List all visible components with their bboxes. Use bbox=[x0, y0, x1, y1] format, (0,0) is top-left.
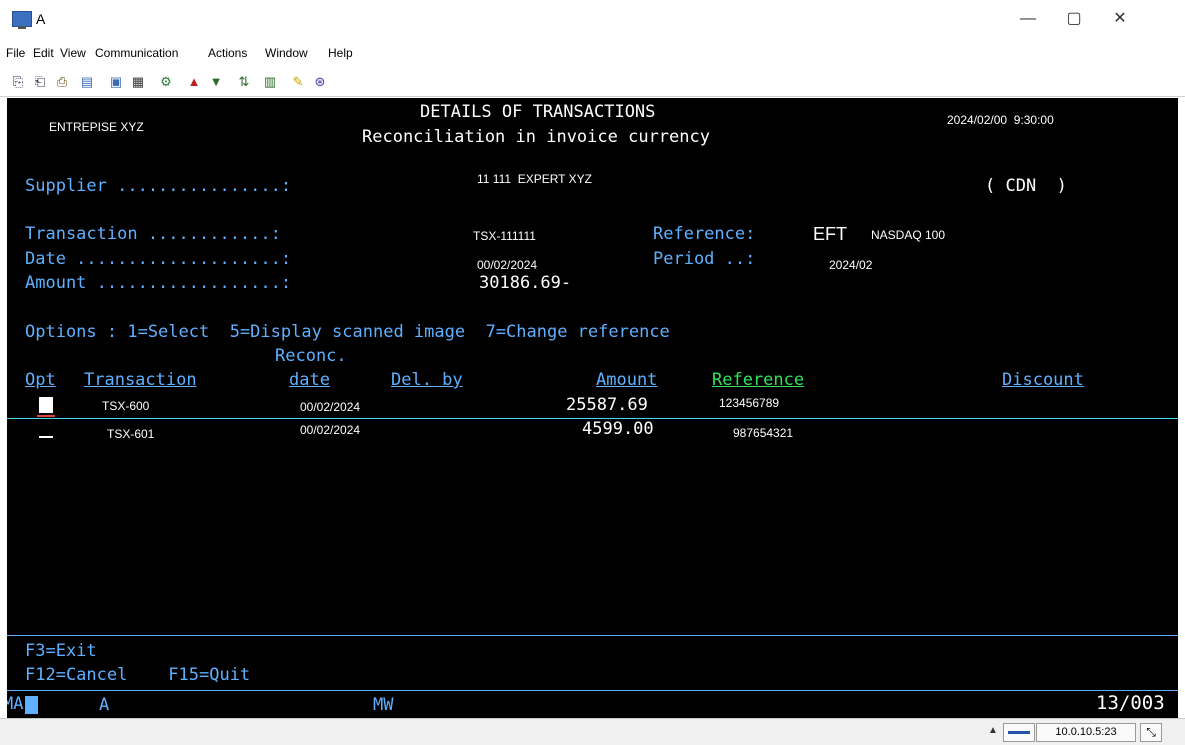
transaction-value: TSX-111111 bbox=[473, 229, 536, 243]
currency-value: ( CDN ) bbox=[985, 176, 1067, 196]
clipboard-icon[interactable]: ▤ bbox=[79, 74, 95, 90]
menu-edit[interactable]: Edit bbox=[33, 46, 54, 60]
terminal-app-icon bbox=[12, 11, 32, 29]
period-value: 2024/02 bbox=[829, 258, 873, 272]
connection-icon bbox=[1003, 723, 1035, 742]
company-name: ENTREPISE XYZ bbox=[49, 120, 144, 134]
notes-icon[interactable]: ✎ bbox=[290, 74, 306, 90]
screen-datetime: 2024/02/00 9:30:00 bbox=[947, 113, 1054, 127]
menu-actions[interactable]: Actions bbox=[208, 46, 247, 60]
host-address: 10.0.10.5:23 bbox=[1036, 723, 1136, 742]
macro-icon[interactable]: ⚙ bbox=[158, 74, 174, 90]
transaction-label: Transaction ............: bbox=[25, 224, 281, 244]
column-amount: Amount bbox=[596, 370, 658, 390]
menu-bar: File Edit View Communication Actions Win… bbox=[0, 42, 1185, 64]
cursor-block bbox=[25, 696, 38, 714]
title-bar: A — ▢ ✕ bbox=[0, 0, 1185, 40]
scroll-up-icon[interactable]: ▲ bbox=[988, 725, 998, 736]
row-reference: 123456789 bbox=[719, 396, 780, 410]
row-transaction: TSX-600 bbox=[102, 399, 150, 413]
screen-subtitle: Reconciliation in invoice currency bbox=[362, 127, 710, 147]
date-value: 00/02/2024 bbox=[477, 258, 538, 272]
reference-label: Reference: bbox=[653, 224, 756, 244]
chart-icon[interactable]: ▥ bbox=[262, 74, 278, 90]
column-reconc: Reconc. bbox=[275, 346, 347, 366]
function-keys-line2: F12=Cancel F15=Quit bbox=[25, 665, 251, 685]
copy-icon[interactable]: ⎘ bbox=[10, 74, 26, 90]
transfer-icon[interactable]: ⇅ bbox=[236, 74, 252, 90]
reference-value: NASDAQ 100 bbox=[871, 228, 946, 242]
row-date: 00/02/2024 bbox=[300, 400, 361, 414]
maximize-button[interactable]: ▢ bbox=[1051, 4, 1097, 34]
toolbar: ⎘ ⎗ ⎙ ▤ ▣ ▦ ⚙ ▲ ▼ ⇅ ▥ ✎ ⊛ bbox=[0, 66, 1185, 97]
menu-file[interactable]: File bbox=[6, 46, 25, 60]
status-bar: ▲ 10.0.10.5:23 ⤡ bbox=[0, 718, 1185, 745]
column-opt: Opt bbox=[25, 370, 56, 390]
resize-icon[interactable]: ⤡ bbox=[1140, 723, 1162, 742]
oia-mw: MW bbox=[373, 695, 394, 715]
column-date: date bbox=[289, 370, 330, 390]
column-reference: Reference bbox=[712, 370, 805, 390]
minimize-button[interactable]: — bbox=[1005, 4, 1051, 34]
options-line: Options : 1=Select 5=Display scanned ima… bbox=[25, 322, 670, 342]
help-icon[interactable]: ⊛ bbox=[312, 74, 328, 90]
supplier-label: Supplier ................: bbox=[25, 176, 292, 196]
display-icon[interactable]: ▣ bbox=[108, 74, 124, 90]
row-date: 00/02/2024 bbox=[300, 423, 361, 437]
reference-prefix: EFT bbox=[813, 224, 847, 244]
column-del-by: Del. by bbox=[391, 370, 463, 390]
menu-communication[interactable]: Communication bbox=[95, 46, 178, 60]
menu-help[interactable]: Help bbox=[328, 46, 353, 60]
oia-divider bbox=[7, 690, 1178, 691]
date-label: Date ....................: bbox=[25, 249, 292, 269]
row-amount: 25587.69 bbox=[566, 395, 648, 415]
print-icon[interactable]: ⎙ bbox=[54, 74, 70, 90]
column-transaction: Transaction bbox=[84, 370, 197, 390]
row-reference: 987654321 bbox=[733, 426, 794, 440]
footer-divider bbox=[7, 635, 1178, 636]
amount-label: Amount ..................: bbox=[25, 273, 292, 293]
column-discount: Discount bbox=[1002, 370, 1084, 390]
row-amount: 4599.00 bbox=[582, 419, 654, 439]
row-option-input[interactable] bbox=[39, 397, 53, 413]
receive-icon[interactable]: ▼ bbox=[208, 74, 224, 90]
oia-session-status: MA bbox=[7, 694, 24, 714]
input-underline bbox=[37, 415, 55, 417]
close-button[interactable]: ✕ bbox=[1097, 4, 1143, 34]
screen-title: DETAILS OF TRANSACTIONS bbox=[420, 102, 656, 122]
period-label: Period ..: bbox=[653, 249, 756, 269]
send-icon[interactable]: ▲ bbox=[186, 74, 202, 90]
row-option-input[interactable] bbox=[39, 436, 53, 438]
supplier-value: 11 111 EXPERT XYZ bbox=[477, 172, 592, 186]
function-keys-line1: F3=Exit bbox=[25, 641, 97, 661]
row-transaction: TSX-601 bbox=[107, 427, 155, 441]
paste-icon[interactable]: ⎗ bbox=[32, 74, 48, 90]
terminal-screen[interactable]: ENTREPISE XYZ DETAILS OF TRANSACTIONS Re… bbox=[7, 98, 1178, 718]
menu-window[interactable]: Window bbox=[265, 46, 308, 60]
oia-a: A bbox=[99, 695, 110, 715]
keyboard-icon[interactable]: ▦ bbox=[130, 74, 146, 90]
amount-value: 30186.69- bbox=[479, 273, 572, 293]
cursor-position: 13/003 bbox=[1096, 692, 1165, 714]
menu-view[interactable]: View bbox=[60, 46, 86, 60]
window-title: A bbox=[36, 11, 46, 27]
operator-info-area: MA A MW 13/003 bbox=[7, 692, 1178, 718]
